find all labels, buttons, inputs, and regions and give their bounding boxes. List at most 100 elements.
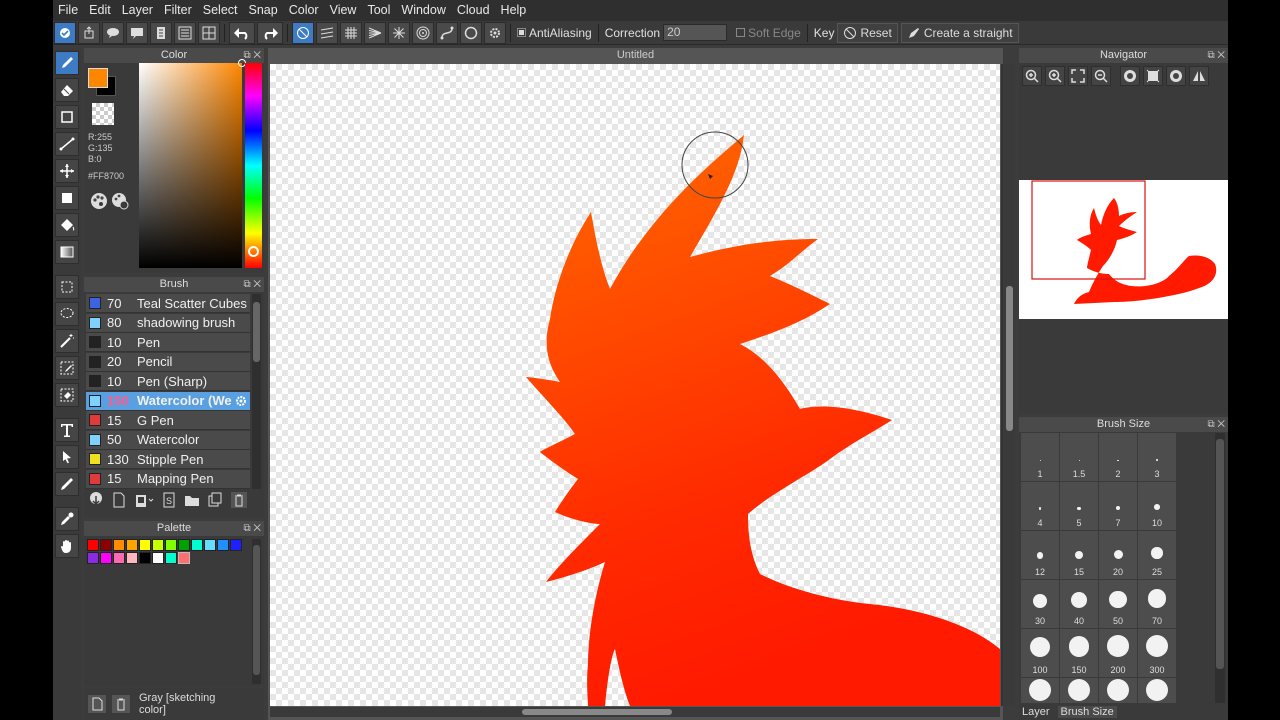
- brush-size-option[interactable]: 20: [1099, 531, 1137, 579]
- toggle-check-icon[interactable]: [54, 21, 76, 44]
- menu-snap[interactable]: Snap: [244, 0, 284, 21]
- redo-icon[interactable]: [257, 21, 283, 44]
- document-icon[interactable]: [150, 21, 172, 44]
- undo-icon[interactable]: [229, 21, 255, 44]
- palette-scroll-thumb[interactable]: [253, 545, 260, 675]
- download-brush-icon[interactable]: [87, 491, 105, 509]
- rotate-right-icon[interactable]: [1166, 66, 1186, 86]
- drawing-canvas[interactable]: [270, 64, 1000, 706]
- antialiasing-toggle[interactable]: AntiAliasing: [514, 26, 595, 40]
- horizontal-scroll-thumb[interactable]: [522, 709, 672, 715]
- snap-concentric-icon[interactable]: [412, 21, 434, 44]
- brush-size-option[interactable]: [1060, 678, 1098, 703]
- comment-icon[interactable]: [126, 21, 148, 44]
- brush-item[interactable]: 70 Teal Scatter Cubes: [86, 294, 250, 313]
- palette-scrollbar[interactable]: [252, 539, 261, 684]
- brush-size-option[interactable]: 5: [1060, 482, 1098, 530]
- vertical-scrollbar[interactable]: [1004, 64, 1015, 706]
- gradient-tool-icon[interactable]: [55, 240, 79, 264]
- brush-size-option[interactable]: 3: [1138, 433, 1176, 481]
- brush-size-option[interactable]: 200: [1099, 629, 1137, 677]
- brush-size-option[interactable]: 50: [1099, 580, 1137, 628]
- vertical-scroll-thumb[interactable]: [1006, 286, 1013, 431]
- list-icon[interactable]: [174, 21, 196, 44]
- panel-buttons[interactable]: ⧉ ✕: [243, 277, 261, 292]
- snap-radial-icon[interactable]: [388, 21, 410, 44]
- brush-size-option[interactable]: 150: [1060, 629, 1098, 677]
- curve-tool-icon[interactable]: [55, 132, 79, 156]
- brush-size-option[interactable]: 40: [1060, 580, 1098, 628]
- snap-perspective-icon[interactable]: [364, 21, 386, 44]
- settings-gear-icon[interactable]: [484, 21, 506, 44]
- brush-size-option[interactable]: [1138, 678, 1176, 703]
- brush-size-option[interactable]: 25: [1138, 531, 1176, 579]
- panel-buttons[interactable]: ⧉ ✕: [1207, 417, 1225, 432]
- magic-wand-tool-icon[interactable]: [55, 329, 79, 353]
- reset-button[interactable]: Reset: [837, 22, 898, 43]
- brush-size-option[interactable]: 1: [1021, 433, 1059, 481]
- panel-buttons[interactable]: ⧉ ✕: [1207, 48, 1225, 63]
- correction-field[interactable]: 20: [663, 24, 728, 41]
- eraser-tool-icon[interactable]: [55, 78, 79, 102]
- palette-swatch[interactable]: [204, 539, 216, 551]
- palette-swatch[interactable]: [100, 539, 112, 551]
- palette-swatch[interactable]: [113, 552, 125, 564]
- brush-size-option[interactable]: 300: [1138, 629, 1176, 677]
- palette-swatch[interactable]: [100, 552, 112, 564]
- brush-size-scroll-thumb[interactable]: [1216, 439, 1224, 669]
- palette-swatch[interactable]: [152, 552, 164, 564]
- brush-list-scrollbar[interactable]: [252, 294, 261, 489]
- brush-item[interactable]: 130 Stipple Pen: [86, 450, 250, 469]
- brush-size-option[interactable]: 100: [1021, 629, 1059, 677]
- menu-file[interactable]: File: [53, 0, 84, 21]
- text-tool-icon[interactable]: [55, 418, 79, 442]
- snap-curve-icon[interactable]: [436, 21, 458, 44]
- hand-tool-icon[interactable]: [55, 534, 79, 558]
- brush-size-option[interactable]: 12: [1021, 531, 1059, 579]
- palette-icon[interactable]: [90, 192, 108, 210]
- bucket-tool-icon[interactable]: [55, 213, 79, 237]
- antialiasing-checkbox[interactable]: [517, 27, 526, 37]
- brush-item[interactable]: 10 Pen: [86, 333, 250, 352]
- menu-tool[interactable]: Tool: [362, 0, 396, 21]
- select-rect-tool-icon[interactable]: [55, 275, 79, 299]
- export-icon[interactable]: [78, 21, 100, 44]
- duplicate-brush-icon[interactable]: [133, 491, 155, 509]
- zoom-in-icon[interactable]: [1022, 66, 1042, 86]
- brush-item[interactable]: 15 G Pen: [86, 411, 250, 430]
- trash-icon[interactable]: [229, 491, 249, 509]
- brush-item[interactable]: 10 Pen (Sharp): [86, 372, 250, 391]
- brush-item[interactable]: 50 Watercolor: [86, 430, 250, 450]
- rotate-left-icon[interactable]: [1120, 66, 1140, 86]
- menu-layer[interactable]: Layer: [117, 0, 159, 21]
- brush-size-option[interactable]: 30: [1021, 580, 1059, 628]
- transparent-color-swatch[interactable]: [92, 103, 114, 125]
- brush-size-scrollbar[interactable]: [1215, 433, 1225, 703]
- palette-swatch[interactable]: [113, 539, 125, 551]
- fit-screen-icon[interactable]: [1068, 66, 1088, 86]
- panel-buttons[interactable]: ⧉ ✕: [243, 48, 261, 63]
- layer-tab[interactable]: Layer: [1022, 706, 1050, 718]
- fill-rect-tool-icon[interactable]: [55, 186, 79, 210]
- copy-icon[interactable]: [206, 491, 224, 509]
- brush-item[interactable]: 15 Mapping Pen: [86, 469, 250, 489]
- eyedropper-tool-icon[interactable]: [55, 472, 79, 496]
- menu-color[interactable]: Color: [284, 0, 325, 21]
- speech-bubble-icon[interactable]: [102, 21, 124, 44]
- palette-swatch[interactable]: [139, 552, 151, 564]
- select-eraser-tool-icon[interactable]: [55, 383, 79, 407]
- snap-off-icon[interactable]: [292, 21, 314, 44]
- brush-size-option[interactable]: 70: [1138, 580, 1176, 628]
- palette-swatch[interactable]: [139, 539, 151, 551]
- delete-palette-icon[interactable]: [111, 694, 131, 714]
- brush-settings-icon[interactable]: S: [160, 491, 178, 509]
- palette-swatch[interactable]: [165, 539, 177, 551]
- create-straight-button[interactable]: Create a straight: [900, 22, 1019, 43]
- reset-view-icon[interactable]: [1143, 66, 1163, 86]
- brush-size-option[interactable]: 4: [1021, 482, 1059, 530]
- move-tool-icon[interactable]: [55, 159, 79, 183]
- palette-swatch[interactable]: [87, 539, 99, 551]
- color-history-icon[interactable]: [111, 192, 129, 210]
- menu-view[interactable]: View: [325, 0, 363, 21]
- brush-size-option[interactable]: 15: [1060, 531, 1098, 579]
